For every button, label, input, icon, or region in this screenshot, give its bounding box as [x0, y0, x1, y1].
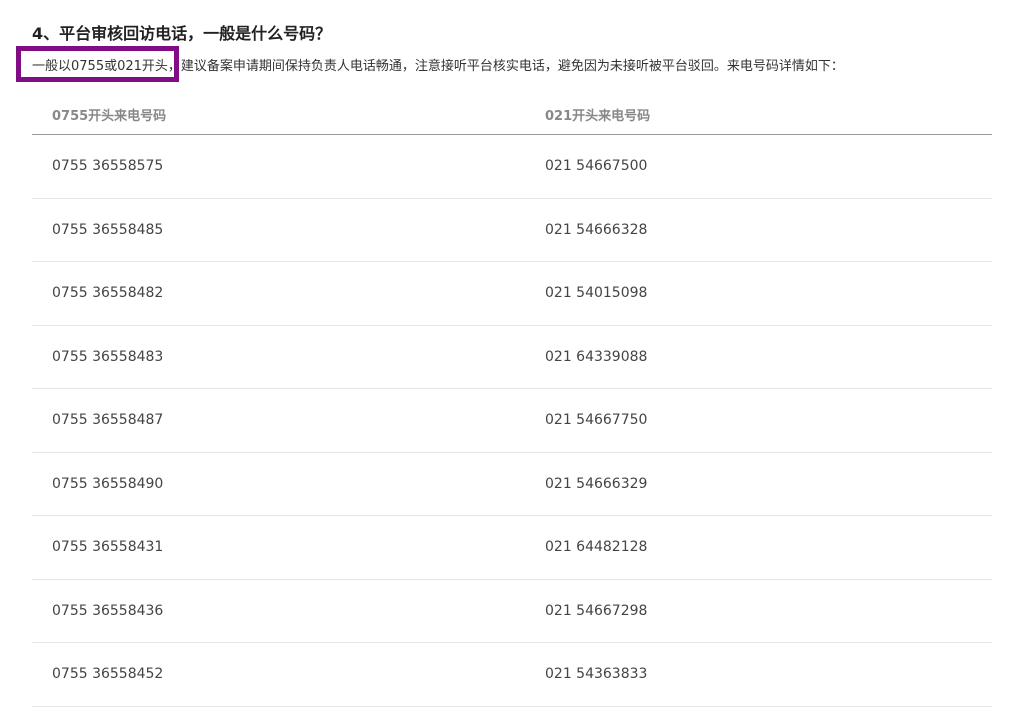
- phone-021-cell: 021 64482128: [525, 515, 992, 580]
- phone-0755-cell: 0755 36558452: [32, 642, 525, 707]
- phone-021-cell: 021 54667298: [525, 579, 992, 643]
- phone-0755-cell: 0755 36558482: [32, 261, 525, 326]
- phone-021-cell: 021 54363833: [525, 642, 992, 707]
- table-row: 0755 36558575 021 54667500: [32, 134, 992, 199]
- phone-0755-cell: 0755 36558436: [32, 579, 525, 643]
- phone-021-cell: 021 64339088: [525, 325, 992, 389]
- phone-021-cell: 021 54666328: [525, 198, 992, 262]
- phone-021-cell: 021 54667750: [525, 388, 992, 453]
- table-row: 0755 36558436 021 54667298: [32, 579, 992, 643]
- column-header-021: 021开头来电号码: [525, 94, 992, 135]
- column-header-0755: 0755开头来电号码: [32, 94, 525, 135]
- phone-0755-cell: 0755 36558487: [32, 388, 525, 453]
- phone-number-table: 0755开头来电号码 021开头来电号码 0755 36558575 021 5…: [32, 94, 992, 707]
- phone-0755-cell: 0755 36558483: [32, 325, 525, 389]
- phone-0755-cell: 0755 36558575: [32, 134, 525, 199]
- table-row: 0755 36558431 021 64482128: [32, 515, 992, 580]
- phone-021-cell: 021 54667500: [525, 134, 992, 199]
- intro-rest-text: 建议备案申请期间保持负责人电话畅通，注意接听平台核实电话，避免因为未接听被平台驳…: [180, 59, 844, 74]
- table-row: 0755 36558452 021 54363833: [32, 642, 992, 707]
- table-row: 0755 36558485 021 54666328: [32, 198, 992, 262]
- table-row: 0755 36558483 021 64339088: [32, 325, 992, 389]
- intro-paragraph: 一般以0755或021开头，建议备案申请期间保持负责人电话畅通，注意接听平台核实…: [32, 57, 844, 77]
- phone-0755-cell: 0755 36558431: [32, 515, 525, 580]
- table-row: 0755 36558490 021 54666329: [32, 452, 992, 516]
- phone-0755-cell: 0755 36558485: [32, 198, 525, 262]
- table-row: 0755 36558482 021 54015098: [32, 261, 992, 326]
- phone-0755-cell: 0755 36558490: [32, 452, 525, 516]
- intro-highlighted-text: 一般以0755或021开头，: [32, 59, 181, 74]
- table-row: 0755 36558487 021 54667750: [32, 388, 992, 453]
- section-heading: 4、平台审核回访电话，一般是什么号码？: [32, 24, 332, 43]
- phone-021-cell: 021 54666329: [525, 452, 992, 516]
- table-header-row: 0755开头来电号码 021开头来电号码: [32, 94, 992, 135]
- phone-021-cell: 021 54015098: [525, 261, 992, 326]
